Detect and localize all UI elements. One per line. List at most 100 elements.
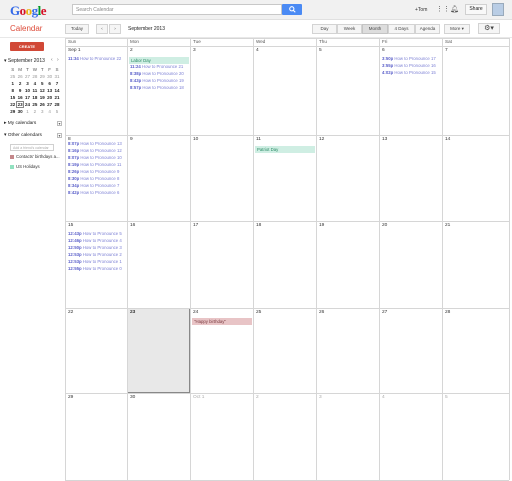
notification-bell-icon[interactable]: 🔔︎	[450, 5, 459, 13]
mini-day[interactable]: 28	[53, 101, 60, 108]
day-number[interactable]: 29	[68, 395, 73, 400]
day-number[interactable]: 6	[382, 48, 385, 53]
mini-day[interactable]: 12	[39, 87, 46, 94]
mini-day[interactable]: 10	[24, 87, 31, 94]
mini-day[interactable]: 23	[16, 101, 24, 108]
other-calendars-toggle[interactable]: ▾ Other calendars	[4, 133, 42, 138]
create-button[interactable]: CREATE	[10, 42, 44, 51]
day-number[interactable]: 2	[256, 395, 259, 400]
day-number[interactable]: 16	[130, 223, 135, 228]
mini-next-button[interactable]: ›	[57, 57, 59, 63]
day-number[interactable]: Oct 1	[193, 395, 204, 400]
all-day-event[interactable]: "Happy birthday"	[192, 318, 252, 325]
calendar-event[interactable]: 8:26p How to Pronounce 9	[68, 169, 119, 174]
all-day-event[interactable]: Patriot Day	[255, 146, 315, 153]
calendar-event[interactable]: 8:19p How to Pronounce 11	[68, 162, 121, 167]
day-number[interactable]: 19	[319, 223, 324, 228]
mini-day[interactable]: 14	[53, 87, 60, 94]
calendar-event[interactable]: 8:57p How to Pronounce 18	[130, 85, 184, 90]
day-number[interactable]: 4	[256, 48, 259, 53]
calendar-event[interactable]: 8:16p How to Pronounce 12	[68, 148, 122, 153]
mini-day[interactable]: 4	[31, 80, 38, 87]
mini-day[interactable]: 21	[53, 94, 60, 101]
mini-day[interactable]: 8	[9, 87, 16, 94]
view-day-button[interactable]: Day	[312, 24, 337, 34]
next-button[interactable]: ›	[109, 24, 121, 34]
google-logo[interactable]: Google	[10, 3, 47, 19]
calendar-event[interactable]: 12:43p How to Pronounce 5	[68, 231, 122, 236]
day-number[interactable]: 7	[445, 48, 448, 53]
day-number[interactable]: 23	[130, 310, 135, 315]
mini-day[interactable]: 16	[16, 94, 23, 101]
mini-day[interactable]: 29	[39, 73, 46, 80]
add-calendar-input[interactable]: Add a friend's calendar	[10, 144, 54, 151]
share-button[interactable]: Share	[465, 4, 487, 15]
day-number[interactable]: Sep 1	[68, 48, 81, 53]
day-number[interactable]: 13	[382, 137, 387, 142]
mini-day[interactable]: 15	[9, 94, 16, 101]
mini-prev-button[interactable]: ‹	[51, 57, 53, 63]
mini-day[interactable]: 25	[31, 101, 38, 108]
calendar-event[interactable]: 12:53p How to Pronounce 2	[68, 252, 122, 257]
calendar-event[interactable]: 8:43p How to Pronounce 19	[130, 78, 184, 83]
apps-grid-icon[interactable]: ⋮⋮	[436, 6, 450, 13]
day-number[interactable]: 15	[68, 223, 73, 228]
mini-day[interactable]: 29	[9, 108, 16, 115]
day-number[interactable]: 10	[193, 137, 198, 142]
more-button[interactable]: More ▾	[444, 24, 470, 34]
mini-day[interactable]: 1	[9, 80, 16, 87]
day-number[interactable]: 28	[445, 310, 450, 315]
mini-day[interactable]: 2	[16, 80, 23, 87]
day-number[interactable]: 9	[130, 137, 133, 142]
calendar-event[interactable]: 11:34 How to Pronounce 22	[68, 56, 121, 61]
settings-button[interactable]: ⚙▾	[478, 23, 500, 34]
prev-button[interactable]: ‹	[96, 24, 108, 34]
mini-day[interactable]: 30	[16, 108, 23, 115]
calendar-event[interactable]: 12:46p How to Pronounce 4	[68, 238, 122, 243]
other-calendars-menu-button[interactable]: ▾	[57, 133, 62, 138]
search-input[interactable]: Search Calendar	[72, 4, 282, 15]
calendar-item-birthdays[interactable]: Contacts' birthdays a...	[10, 154, 60, 159]
today-cell[interactable]	[127, 308, 190, 393]
day-number[interactable]: 18	[256, 223, 261, 228]
mini-day[interactable]: 3	[39, 108, 46, 115]
day-number[interactable]: 21	[445, 223, 450, 228]
calendar-event[interactable]: 8:42p How to Pronounce 6	[68, 190, 119, 195]
day-number[interactable]: 27	[382, 310, 387, 315]
mini-day[interactable]: 31	[53, 73, 60, 80]
day-number[interactable]: 14	[445, 137, 450, 142]
day-number[interactable]: 17	[193, 223, 198, 228]
mini-day[interactable]: 26	[16, 73, 23, 80]
calendar-event[interactable]: 8:30p How to Pronounce 8	[68, 176, 119, 181]
mini-day[interactable]: 27	[46, 101, 53, 108]
mini-day[interactable]: 18	[31, 94, 38, 101]
view-week-button[interactable]: Week	[337, 24, 362, 34]
day-number[interactable]: 12	[319, 137, 324, 142]
mini-day[interactable]: 6	[46, 80, 53, 87]
day-number[interactable]: 25	[256, 310, 261, 315]
calendar-event[interactable]: 4:02p How to Pronounce 15	[382, 70, 436, 75]
calendar-event[interactable]: 8:07p How to Pronounce 10	[68, 155, 122, 160]
mini-day[interactable]: 20	[46, 94, 53, 101]
mini-day[interactable]: 25	[9, 73, 16, 80]
mini-day[interactable]: 19	[39, 94, 46, 101]
day-number[interactable]: 3	[193, 48, 196, 53]
avatar[interactable]	[492, 3, 504, 16]
mini-day[interactable]: 17	[24, 94, 31, 101]
mini-day[interactable]: 13	[46, 87, 53, 94]
day-number[interactable]: 5	[445, 395, 448, 400]
today-button[interactable]: Today	[65, 24, 89, 34]
mini-day[interactable]: 28	[31, 73, 38, 80]
calendar-event[interactable]: 3:55p How to Pronounce 16	[382, 63, 436, 68]
calendar-event[interactable]: 8:07p How to Pronounce 13	[68, 141, 122, 146]
mini-day[interactable]: 2	[31, 108, 38, 115]
view-4days-button[interactable]: 4 Days	[388, 24, 415, 34]
mini-day[interactable]: 5	[53, 108, 60, 115]
my-calendars-menu-button[interactable]: ▾	[57, 121, 62, 126]
day-number[interactable]: 20	[382, 223, 387, 228]
day-number[interactable]: 24	[193, 310, 198, 315]
day-number[interactable]: 11	[256, 137, 261, 142]
calendar-event[interactable]: 12:55p How to Pronounce 0	[68, 266, 122, 271]
mini-calendar-title[interactable]: ▾ September 2013	[4, 58, 45, 64]
mini-day[interactable]: 5	[39, 80, 46, 87]
